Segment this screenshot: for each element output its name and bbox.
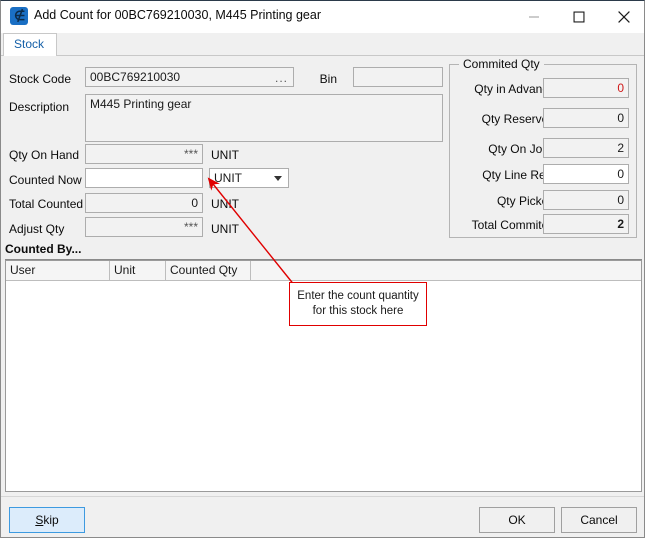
total-counted-label: Total Counted	[9, 197, 84, 211]
total-commited-value: 2	[543, 214, 629, 234]
qty-on-hand-value: ***	[85, 144, 203, 164]
minimize-button[interactable]	[511, 1, 556, 32]
annotation-callout: Enter the count quantity for this stock …	[289, 282, 427, 326]
committed-qty-legend: Commited Qty	[459, 57, 544, 71]
dialog-footer: Skip OK Cancel	[1, 496, 644, 537]
total-commited-label: Total Commited	[471, 218, 555, 232]
skip-button[interactable]: Skip	[9, 507, 85, 533]
maximize-icon	[573, 11, 584, 22]
grid-col-counted-qty[interactable]: Counted Qty	[166, 261, 251, 280]
counted-now-unit-value: UNIT	[214, 171, 242, 185]
qty-picked-value: 0	[543, 190, 629, 210]
counted-now-unit-select[interactable]: UNIT	[209, 168, 289, 188]
description-input[interactable]: M445 Printing gear	[85, 94, 443, 142]
grid-header-row: User Unit Counted Qty	[6, 261, 641, 281]
close-icon	[617, 10, 630, 23]
stock-code-value: 00BC769210030	[90, 70, 181, 84]
app-icon-glyph: ∉	[14, 8, 26, 23]
qty-in-advance-label: Qty in Advance	[474, 82, 555, 96]
counted-now-label: Counted Now	[9, 173, 82, 187]
maximize-button[interactable]	[556, 1, 601, 32]
qty-in-advance-value: 0	[543, 78, 629, 98]
qty-on-hand-unit: UNIT	[211, 148, 239, 162]
annotation-line-1: Enter the count quantity	[297, 290, 419, 302]
annotation-line-2: for this stock here	[312, 305, 404, 317]
tab-stock[interactable]: Stock	[3, 33, 58, 56]
stock-app-icon: ∉	[10, 7, 28, 25]
form-body: Stock Code 00BC769210030 ... Bin Descrip…	[1, 56, 644, 496]
qty-on-jobs-value: 2	[543, 138, 629, 158]
qty-reserved-label: Qty Reserved	[481, 112, 555, 126]
adjust-qty-value: ***	[85, 217, 203, 237]
grid-col-unit[interactable]: Unit	[110, 261, 166, 280]
cancel-button[interactable]: Cancel	[561, 507, 637, 533]
qty-picked-label: Qty Picked	[496, 194, 555, 208]
bin-label: Bin	[319, 72, 337, 86]
window-title: Add Count for 00BC769210030, M445 Printi…	[34, 8, 321, 22]
stock-code-browse-icon[interactable]: ...	[275, 69, 288, 86]
counted-by-title: Counted By...	[5, 242, 642, 260]
qty-line-res-label: Qty Line Res.	[482, 168, 555, 182]
chevron-down-icon[interactable]	[274, 176, 282, 181]
counted-now-input[interactable]	[85, 168, 203, 188]
bin-input[interactable]	[353, 67, 443, 87]
title-bar: ∉ Add Count for 00BC769210030, M445 Prin…	[1, 1, 644, 34]
ok-button[interactable]: OK	[479, 507, 555, 533]
adjust-qty-unit: UNIT	[211, 222, 239, 236]
adjust-qty-label: Adjust Qty	[9, 222, 65, 236]
qty-reserved-value: 0	[543, 108, 629, 128]
close-button[interactable]	[601, 1, 644, 32]
grid-col-user[interactable]: User	[6, 261, 110, 280]
total-counted-value: 0	[85, 193, 203, 213]
add-count-dialog: ∉ Add Count for 00BC769210030, M445 Prin…	[0, 0, 645, 538]
stock-code-input[interactable]: 00BC769210030 ...	[85, 67, 294, 87]
stock-code-label: Stock Code	[9, 72, 72, 86]
minimize-icon	[528, 16, 539, 17]
qty-line-res-input[interactable]: 0	[543, 164, 629, 184]
qty-on-jobs-label: Qty On Jobs	[488, 142, 555, 156]
qty-on-hand-label: Qty On Hand	[9, 148, 80, 162]
tab-strip: Stock	[1, 33, 644, 56]
description-label: Description	[9, 100, 70, 114]
skip-button-label: kip	[43, 513, 59, 527]
total-counted-unit: UNIT	[211, 197, 239, 211]
